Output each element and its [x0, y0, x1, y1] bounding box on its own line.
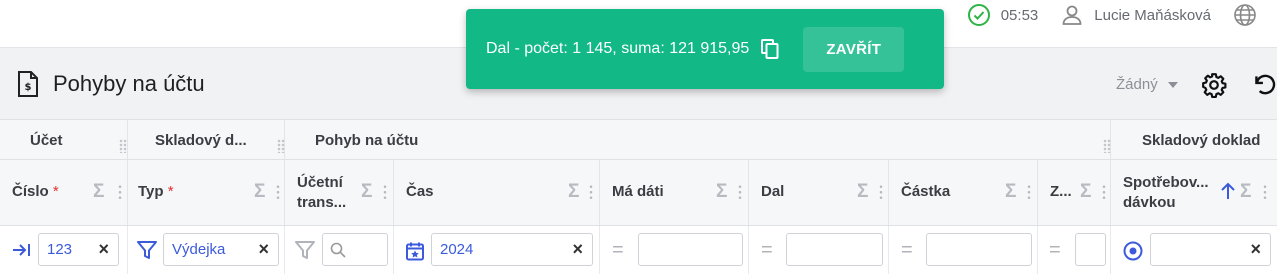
drag-handle-icon[interactable] — [277, 139, 285, 153]
filter-cas: 2024 × — [394, 226, 600, 274]
required-marker: * — [167, 183, 174, 200]
filter-typ: Výdejka × — [128, 226, 285, 274]
chevron-down-icon — [1167, 81, 1178, 88]
sum-icon[interactable]: Σ — [568, 181, 579, 203]
sort-ascending-icon[interactable] — [1220, 182, 1236, 200]
filter-cislo-input[interactable]: 123 × — [38, 233, 119, 266]
clock-time: 05:53 — [1000, 6, 1039, 24]
status-area: 05:53 Lucie Maňásková — [967, 0, 1277, 30]
filter-z-input[interactable] — [1075, 233, 1106, 266]
column-ucetni-transakce[interactable]: Účetní trans... Σ — [285, 160, 394, 225]
column-menu-icon[interactable] — [589, 184, 593, 200]
filter-row: 123 × Výdejka × 2024 × = = = = × — [0, 226, 1277, 274]
equals-icon[interactable]: = — [901, 240, 913, 260]
drag-handle-icon[interactable] — [119, 139, 127, 153]
filter-ucetni-transakce-input[interactable] — [322, 233, 388, 266]
copy-icon — [761, 39, 779, 59]
filter-ucetni-transakce — [285, 226, 394, 274]
column-menu-icon[interactable] — [276, 184, 280, 200]
filter-spotrebovano: × — [1111, 226, 1277, 274]
filter-castka: = — [889, 226, 1038, 274]
column-menu-icon[interactable] — [383, 184, 387, 200]
column-menu-icon[interactable] — [738, 184, 742, 200]
toast-close-button[interactable]: ZAVŘÍT — [803, 26, 905, 72]
arrow-right-to-bar-icon[interactable] — [11, 242, 31, 258]
sum-icon[interactable]: Σ — [1005, 181, 1016, 203]
user-icon — [1062, 5, 1082, 25]
column-menu-icon[interactable] — [879, 184, 883, 200]
language-button[interactable] — [1233, 3, 1267, 27]
toast-message: Dal - počet: 1 145, suma: 121 915,95 — [486, 40, 750, 57]
column-header-row: Číslo * Σ Typ * Σ Účetní trans... Σ Čas Σ… — [0, 160, 1277, 226]
column-spotrebovano-davkou[interactable]: Spotřebov... dávkou Σ — [1111, 160, 1277, 225]
filter-cislo: 123 × — [0, 226, 128, 274]
column-z[interactable]: Z... Σ — [1038, 160, 1111, 225]
clear-icon[interactable]: × — [572, 234, 583, 265]
filter-cas-input[interactable]: 2024 × — [431, 233, 593, 266]
group-header-row: Účet Skladový d... Pohyb na účtu Skladov… — [0, 120, 1277, 160]
filter-spotrebovano-input[interactable]: × — [1150, 233, 1271, 266]
sum-icon[interactable]: Σ — [1240, 181, 1251, 203]
column-typ[interactable]: Typ * Σ — [128, 160, 285, 225]
document-money-icon: $ — [18, 71, 38, 97]
clear-icon[interactable]: × — [258, 234, 269, 265]
reset-icon[interactable] — [1251, 71, 1277, 97]
svg-text:$: $ — [25, 82, 32, 93]
column-ma-dati[interactable]: Má dáti Σ — [600, 160, 749, 225]
sum-icon[interactable]: Σ — [1080, 181, 1091, 203]
copy-button[interactable] — [761, 39, 779, 59]
filter-castka-input[interactable] — [926, 233, 1032, 266]
check-circle-icon — [967, 4, 990, 26]
radio-target-icon[interactable] — [1123, 241, 1143, 261]
group-ucet: Účet — [0, 120, 128, 159]
filter-dal-input[interactable] — [786, 233, 883, 266]
equals-icon[interactable]: = — [761, 240, 773, 260]
column-cislo[interactable]: Číslo * Σ — [0, 160, 128, 225]
preset-select[interactable]: Žádný — [1116, 76, 1178, 93]
filter-icon[interactable] — [294, 240, 316, 260]
search-icon — [330, 242, 346, 258]
data-grid: Účet Skladový d... Pohyb na účtu Skladov… — [0, 119, 1277, 274]
sum-icon[interactable]: Σ — [93, 181, 104, 203]
equals-icon[interactable]: = — [1049, 240, 1061, 260]
group-skladovy-d: Skladový d... — [128, 120, 285, 159]
column-cas[interactable]: Čas Σ — [394, 160, 600, 225]
preset-value: Žádný — [1116, 76, 1158, 93]
column-dal[interactable]: Dal Σ — [749, 160, 889, 225]
user-name: Lucie Maňásková — [1094, 6, 1211, 24]
sum-icon[interactable]: Σ — [857, 181, 868, 203]
sum-icon[interactable]: Σ — [361, 181, 372, 203]
column-menu-icon[interactable] — [1102, 184, 1106, 200]
summary-toast: Dal - počet: 1 145, suma: 121 915,95 ZAV… — [466, 9, 944, 89]
clear-icon[interactable]: × — [1250, 234, 1261, 265]
filter-typ-input[interactable]: Výdejka × — [163, 233, 279, 266]
column-castka[interactable]: Částka Σ — [889, 160, 1038, 225]
sync-status: 05:53 — [967, 3, 1039, 27]
filter-dal: = — [749, 226, 889, 274]
filter-ma-dati: = — [600, 226, 749, 274]
sum-icon[interactable]: Σ — [254, 181, 265, 203]
filter-icon[interactable] — [136, 240, 158, 260]
filter-z: = — [1038, 226, 1111, 274]
required-marker: * — [52, 183, 59, 200]
equals-icon[interactable]: = — [612, 240, 624, 260]
column-menu-icon[interactable] — [118, 184, 122, 200]
sum-icon[interactable]: Σ — [716, 181, 727, 203]
column-menu-icon[interactable] — [1027, 184, 1031, 200]
column-menu-icon[interactable] — [1263, 184, 1267, 200]
group-pohyb-na-uctu: Pohyb na účtu — [285, 120, 1111, 159]
gear-icon[interactable] — [1201, 72, 1227, 98]
drag-handle-icon[interactable] — [1103, 139, 1111, 153]
user-menu[interactable]: Lucie Maňásková — [1060, 3, 1211, 27]
clear-icon[interactable]: × — [98, 234, 109, 265]
filter-ma-dati-input[interactable] — [638, 233, 743, 266]
page-title: Pohyby na účtu — [53, 71, 205, 96]
globe-icon — [1234, 4, 1256, 26]
group-skladovy-doklad: Skladový doklad — [1142, 132, 1261, 149]
calendar-icon[interactable] — [405, 241, 425, 261]
